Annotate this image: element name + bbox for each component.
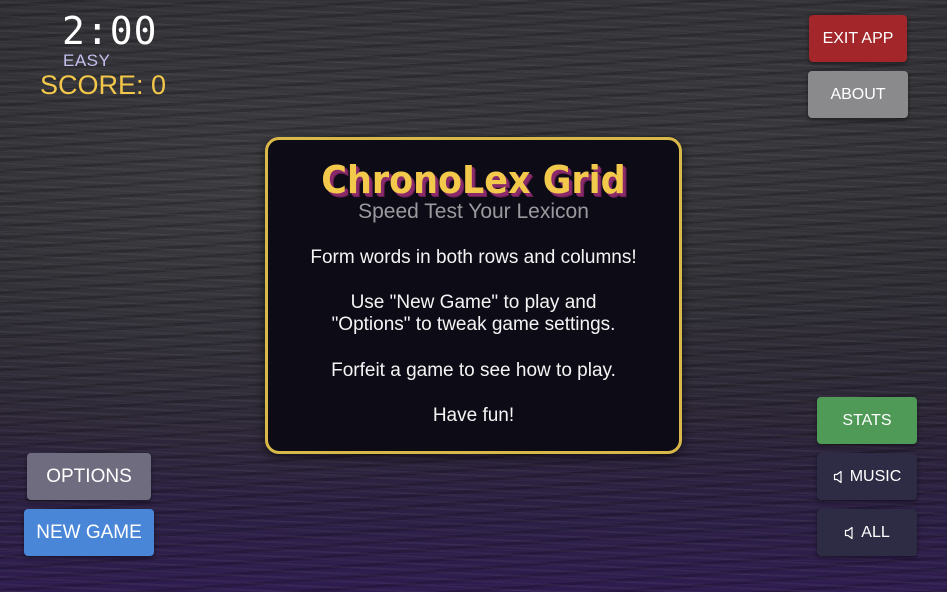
instruction-line: Use "New Game" to play and: [350, 292, 597, 313]
instruction-line: Form words in both rows and columns!: [310, 247, 637, 268]
difficulty-label: EASY: [63, 51, 111, 70]
music-button-label: MUSIC: [849, 467, 902, 485]
score-display: SCORE: 0: [40, 70, 167, 100]
all-sound-toggle-button[interactable]: ALL: [817, 509, 917, 556]
music-toggle-button[interactable]: MUSIC: [817, 453, 917, 500]
game-subtitle: Speed Test Your Lexicon: [358, 200, 589, 223]
hud: 2:00 EASY SCORE: 0: [40, 10, 175, 100]
instruction-line: Have fun!: [432, 405, 515, 426]
welcome-dialog: ChronoLex Grid Speed Test Your Lexicon F…: [265, 137, 682, 454]
all-button-label: ALL: [861, 523, 890, 541]
new-game-button[interactable]: NEW GAME: [24, 509, 154, 556]
speaker-icon: [844, 526, 856, 540]
options-button[interactable]: OPTIONS: [27, 453, 151, 500]
timer-display: 2:00: [62, 9, 158, 53]
instruction-line: "Options" to tweak game settings.: [331, 314, 616, 335]
instruction-line: Forfeit a game to see how to play.: [331, 360, 616, 381]
speaker-icon: [833, 470, 845, 484]
about-button[interactable]: ABOUT: [808, 71, 908, 118]
stats-button[interactable]: STATS: [817, 397, 917, 444]
game-title: ChronoLex Grid: [321, 158, 626, 202]
exit-app-button[interactable]: EXIT APP: [809, 15, 907, 62]
